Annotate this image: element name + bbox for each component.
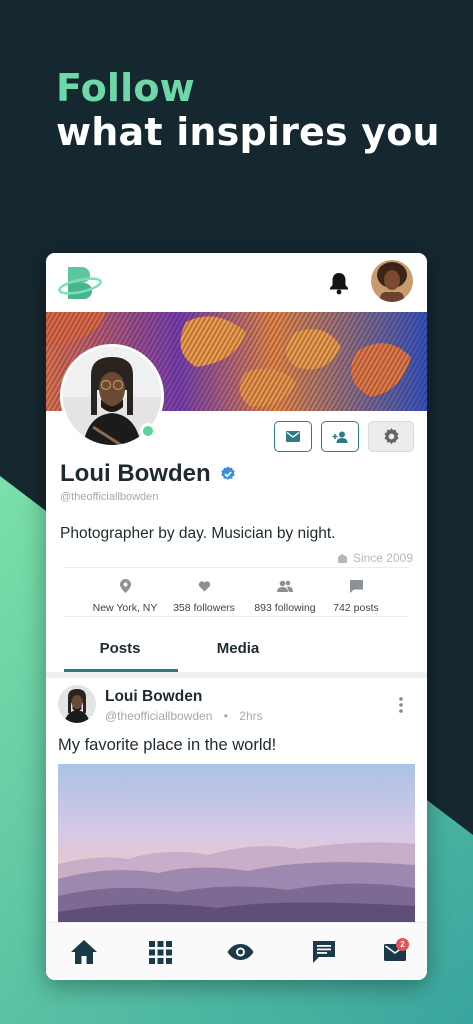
profile-name: Loui Bowden	[60, 460, 211, 487]
divider	[64, 567, 409, 568]
nav-chat[interactable]	[310, 938, 338, 966]
follow-button[interactable]	[321, 421, 359, 452]
location-pin-icon	[119, 579, 131, 593]
settings-button[interactable]	[368, 421, 414, 452]
profile-bio: Photographer by day. Musician by night.	[60, 525, 336, 542]
verified-badge-icon	[221, 466, 235, 480]
mail-unread-badge: 2	[396, 938, 409, 951]
nav-home[interactable]	[70, 938, 98, 966]
stat-location-label: New York, NY	[92, 602, 158, 614]
post-author-avatar[interactable]	[58, 685, 96, 723]
tab-media[interactable]: Media	[182, 629, 294, 669]
nav-grid[interactable]	[146, 938, 174, 966]
divider	[64, 616, 409, 617]
headline: Follow what inspires you	[56, 66, 440, 154]
member-since-label: Since 2009	[352, 551, 413, 565]
post-author-handle: @theofficiallbowden	[105, 709, 213, 723]
eye-icon	[227, 944, 253, 960]
add-person-icon	[332, 431, 347, 443]
top-bar	[46, 253, 427, 312]
headline-line-2: what inspires you	[56, 110, 440, 154]
bell-icon[interactable]	[328, 271, 350, 295]
post-text: My favorite place in the world!	[58, 736, 277, 754]
post-image[interactable]	[58, 764, 415, 922]
member-since: Since 2009	[337, 551, 413, 565]
people-icon	[277, 580, 293, 592]
user-avatar[interactable]	[371, 260, 413, 302]
bottom-navigation: 2	[46, 922, 427, 980]
message-button[interactable]	[274, 421, 312, 452]
stat-location: New York, NY	[80, 577, 170, 614]
headline-line-1: Follow	[56, 66, 195, 110]
stat-posts[interactable]: 742 posts	[311, 577, 401, 614]
section-separator	[46, 672, 427, 678]
chat-icon	[313, 941, 335, 963]
heart-icon	[198, 581, 210, 592]
stat-followers-label: 358 followers	[173, 602, 235, 614]
tab-posts[interactable]: Posts	[64, 629, 176, 669]
member-since-icon	[337, 553, 347, 563]
nav-watch[interactable]	[226, 938, 254, 966]
comment-icon	[349, 579, 363, 593]
brand-b-logo-icon[interactable]	[58, 265, 104, 301]
stat-followers[interactable]: 358 followers	[159, 577, 249, 614]
app-window: Loui Bowden @theofficiallbowden Photogra…	[46, 253, 427, 980]
more-vertical-icon[interactable]	[394, 695, 408, 715]
post-meta-separator: •	[223, 709, 228, 723]
post-meta: @theofficiallbowden • 2hrs	[105, 709, 263, 723]
grid-icon	[148, 940, 172, 964]
post-author-name[interactable]: Loui Bowden	[105, 688, 202, 706]
gear-icon	[383, 427, 399, 445]
home-icon	[71, 940, 97, 964]
post-timestamp: 2hrs	[239, 709, 263, 723]
envelope-icon	[286, 431, 300, 442]
online-status-indicator	[140, 423, 156, 439]
profile-handle: @theofficiallbowden	[60, 491, 159, 503]
stat-posts-label: 742 posts	[333, 602, 379, 614]
